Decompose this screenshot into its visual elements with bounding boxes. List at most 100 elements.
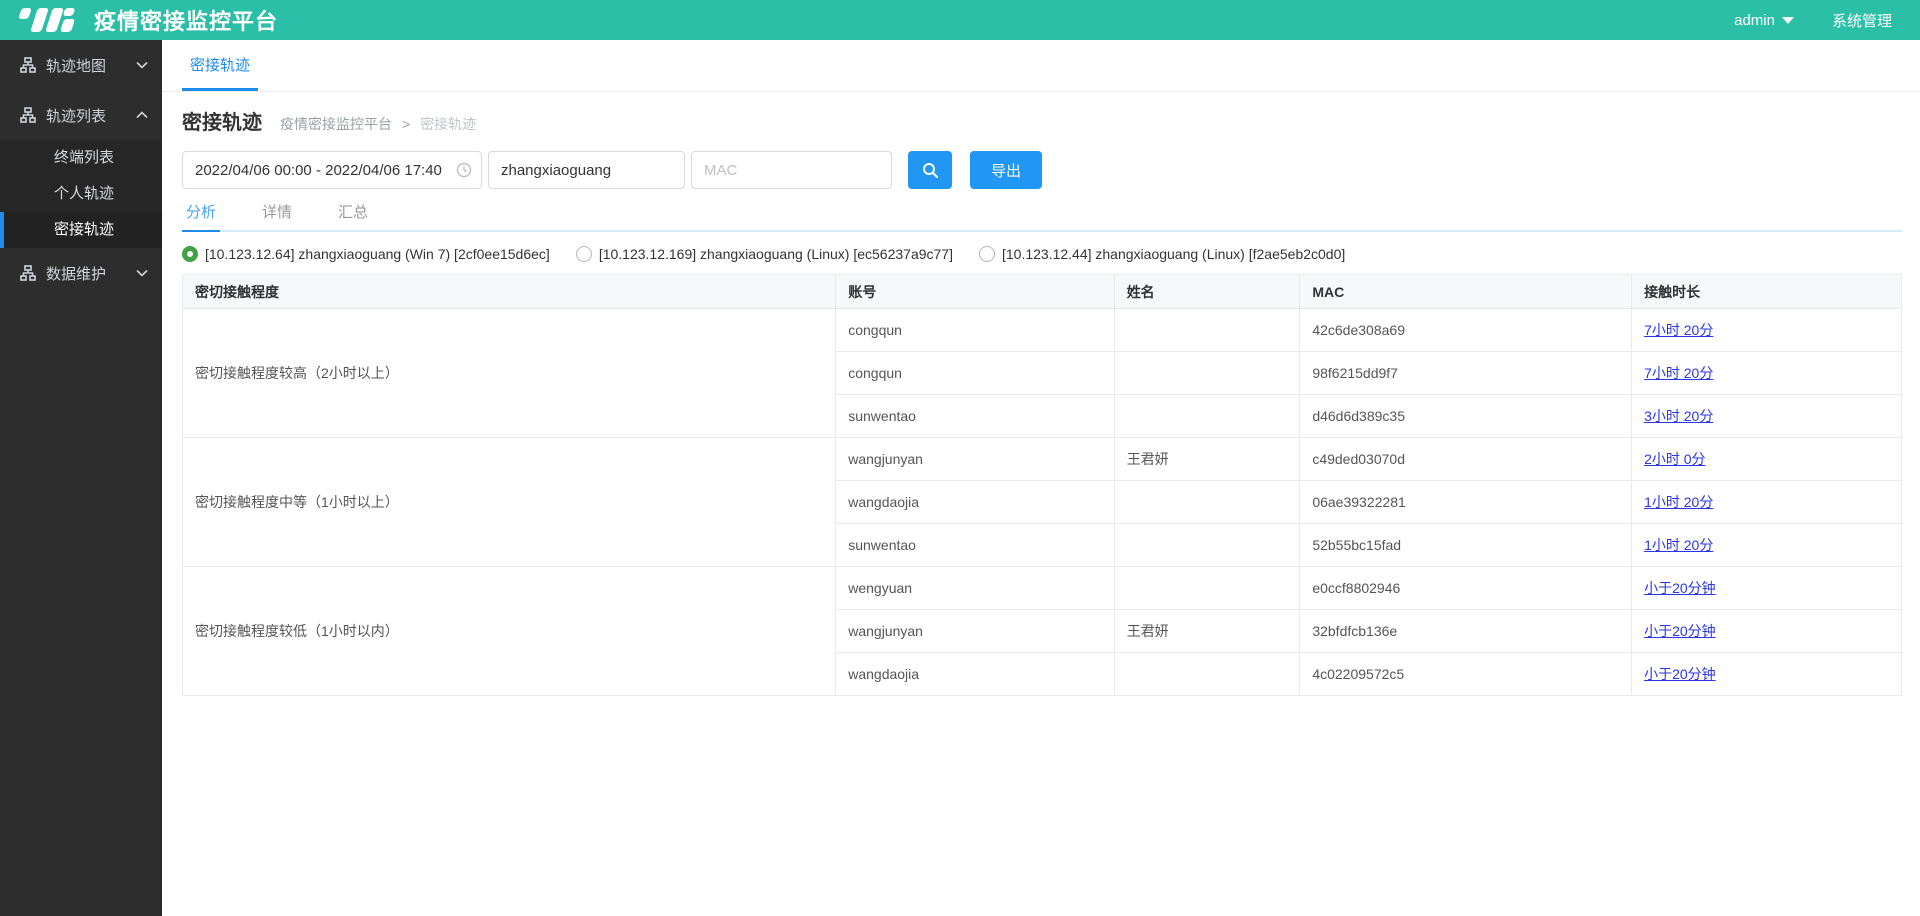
page-title: 密接轨迹 [182,106,262,135]
duration-link[interactable]: 小于20分钟 [1644,623,1716,639]
sidebar-item-personal-track[interactable]: 个人轨迹 [0,176,162,212]
name-cell [1114,309,1300,352]
system-manage-link[interactable]: 系统管理 [1832,10,1892,31]
sitemap-icon [20,57,36,73]
mac-cell: 42c6de308a69 [1300,309,1632,352]
device-radio-1[interactable]: [10.123.12.169] zhangxiaoguang (Linux) [… [576,246,953,262]
radio-selected-icon [182,246,198,262]
top-header: 疫情密接监控平台 admin 系统管理 [0,0,1920,40]
device-radio-group: [10.123.12.64] zhangxiaoguang (Win 7) [2… [182,246,1902,262]
analysis-tabs: 分析 详情 汇总 [182,201,1902,232]
mac-input[interactable] [691,151,892,189]
sidebar: 轨迹地图 轨迹列表 终端列表 个人轨迹 密接轨迹 [0,40,162,916]
mac-cell: 4c02209572c5 [1300,653,1632,696]
duration-link[interactable]: 1小时 20分 [1644,494,1713,510]
tab-summary[interactable]: 汇总 [334,201,372,232]
sidebar-item-track-list[interactable]: 轨迹列表 [0,90,162,140]
mac-cell: 32bfdfcb136e [1300,610,1632,653]
breadcrumb-item-current: 密接轨迹 [420,114,476,134]
device-radio-label: [10.123.12.169] zhangxiaoguang (Linux) [… [599,246,953,262]
filter-bar: 导出 [182,151,1902,189]
brand-logo-icon [18,7,80,33]
sidebar-item-label: 轨迹地图 [46,55,126,76]
sidebar-submenu-track-list: 终端列表 个人轨迹 密接轨迹 [0,140,162,248]
name-cell [1114,395,1300,438]
sitemap-icon [20,265,36,281]
level-label-low: 密切接触程度较低（1小时以内） [183,567,836,696]
level-label-medium: 密切接触程度中等（1小时以上） [183,438,836,567]
search-button[interactable] [908,151,952,189]
table-header-row: 密切接触程度 账号 姓名 MAC 接触时长 [183,275,1902,309]
device-radio-0[interactable]: [10.123.12.64] zhangxiaoguang (Win 7) [2… [182,246,550,262]
tab-analysis[interactable]: 分析 [182,201,220,232]
sidebar-item-track-map[interactable]: 轨迹地图 [0,40,162,90]
duration-link[interactable]: 1小时 20分 [1644,537,1713,553]
chevron-down-icon [136,269,148,277]
sidebar-item-close-contact-track[interactable]: 密接轨迹 [0,212,162,248]
sidebar-item-data-maintenance[interactable]: 数据维护 [0,248,162,298]
caret-down-icon [1782,17,1794,24]
table-row: 密切接触程度较低（1小时以内） wengyuan e0ccf8802946 小于… [183,567,1902,610]
mac-cell: 06ae39322281 [1300,481,1632,524]
table-row: 密切接触程度较高（2小时以上） congqun 42c6de308a69 7小时… [183,309,1902,352]
clock-icon [456,162,472,178]
header-cell: 接触时长 [1632,275,1902,309]
tab-detail[interactable]: 详情 [258,201,296,232]
mac-cell: 98f6215dd9f7 [1300,352,1632,395]
sidebar-item-terminal-list[interactable]: 终端列表 [0,140,162,176]
table-row: 密切接触程度中等（1小时以上） wangjunyan 王君妍 c49ded030… [183,438,1902,481]
chevron-down-icon [136,61,148,69]
radio-unselected-icon [979,246,995,262]
name-cell [1114,653,1300,696]
export-button[interactable]: 导出 [970,151,1042,189]
workspace-tab-close-contact[interactable]: 密接轨迹 [182,40,258,91]
name-cell [1114,481,1300,524]
device-radio-label: [10.123.12.64] zhangxiaoguang (Win 7) [2… [205,246,550,262]
mac-cell: 52b55bc15fad [1300,524,1632,567]
workspace-tabstrip: 密接轨迹 [162,40,1920,92]
account-cell: wangdaojia [836,481,1114,524]
header-cell: 姓名 [1114,275,1300,309]
header-cell: MAC [1300,275,1632,309]
account-cell: sunwentao [836,395,1114,438]
account-cell: congqun [836,309,1114,352]
level-label-high: 密切接触程度较高（2小时以上） [183,309,836,438]
header-cell: 账号 [836,275,1114,309]
brand: 疫情密接监控平台 [18,4,278,36]
date-range-input[interactable] [182,151,482,189]
chevron-up-icon [136,111,148,119]
device-radio-2[interactable]: [10.123.12.44] zhangxiaoguang (Linux) [f… [979,246,1345,262]
app-root: 疫情密接监控平台 admin 系统管理 轨迹地图 [0,0,1920,916]
name-cell: 王君妍 [1114,610,1300,653]
duration-link[interactable]: 3小时 20分 [1644,408,1713,424]
duration-link[interactable]: 小于20分钟 [1644,666,1716,682]
account-input[interactable] [488,151,685,189]
user-name: admin [1734,12,1775,29]
name-cell [1114,567,1300,610]
account-cell: wengyuan [836,567,1114,610]
topbar-right: admin 系统管理 [1734,10,1892,31]
breadcrumb: 疫情密接监控平台 > 密接轨迹 [280,114,476,134]
name-cell [1114,524,1300,567]
user-menu[interactable]: admin [1734,12,1794,29]
duration-link[interactable]: 小于20分钟 [1644,580,1716,596]
mac-cell: d46d6d389c35 [1300,395,1632,438]
name-cell [1114,352,1300,395]
account-cell: sunwentao [836,524,1114,567]
duration-link[interactable]: 7小时 20分 [1644,365,1713,381]
sitemap-icon [20,107,36,123]
radio-unselected-icon [576,246,592,262]
name-cell: 王君妍 [1114,438,1300,481]
duration-link[interactable]: 2小时 0分 [1644,451,1705,467]
account-cell: wangdaojia [836,653,1114,696]
breadcrumb-item[interactable]: 疫情密接监控平台 [280,114,392,134]
duration-link[interactable]: 7小时 20分 [1644,322,1713,338]
date-range-picker[interactable] [182,151,482,189]
page-head: 密接轨迹 疫情密接监控平台 > 密接轨迹 [182,106,1902,135]
sidebar-item-label: 数据维护 [46,263,126,284]
breadcrumb-separator: > [402,116,410,132]
sidebar-item-label: 轨迹列表 [46,105,126,126]
contact-table: 密切接触程度 账号 姓名 MAC 接触时长 密切接触程度较高（2小时以上） co… [182,274,1902,696]
main-area: 密接轨迹 密接轨迹 疫情密接监控平台 > 密接轨迹 [162,40,1920,916]
shell: 轨迹地图 轨迹列表 终端列表 个人轨迹 密接轨迹 [0,40,1920,916]
